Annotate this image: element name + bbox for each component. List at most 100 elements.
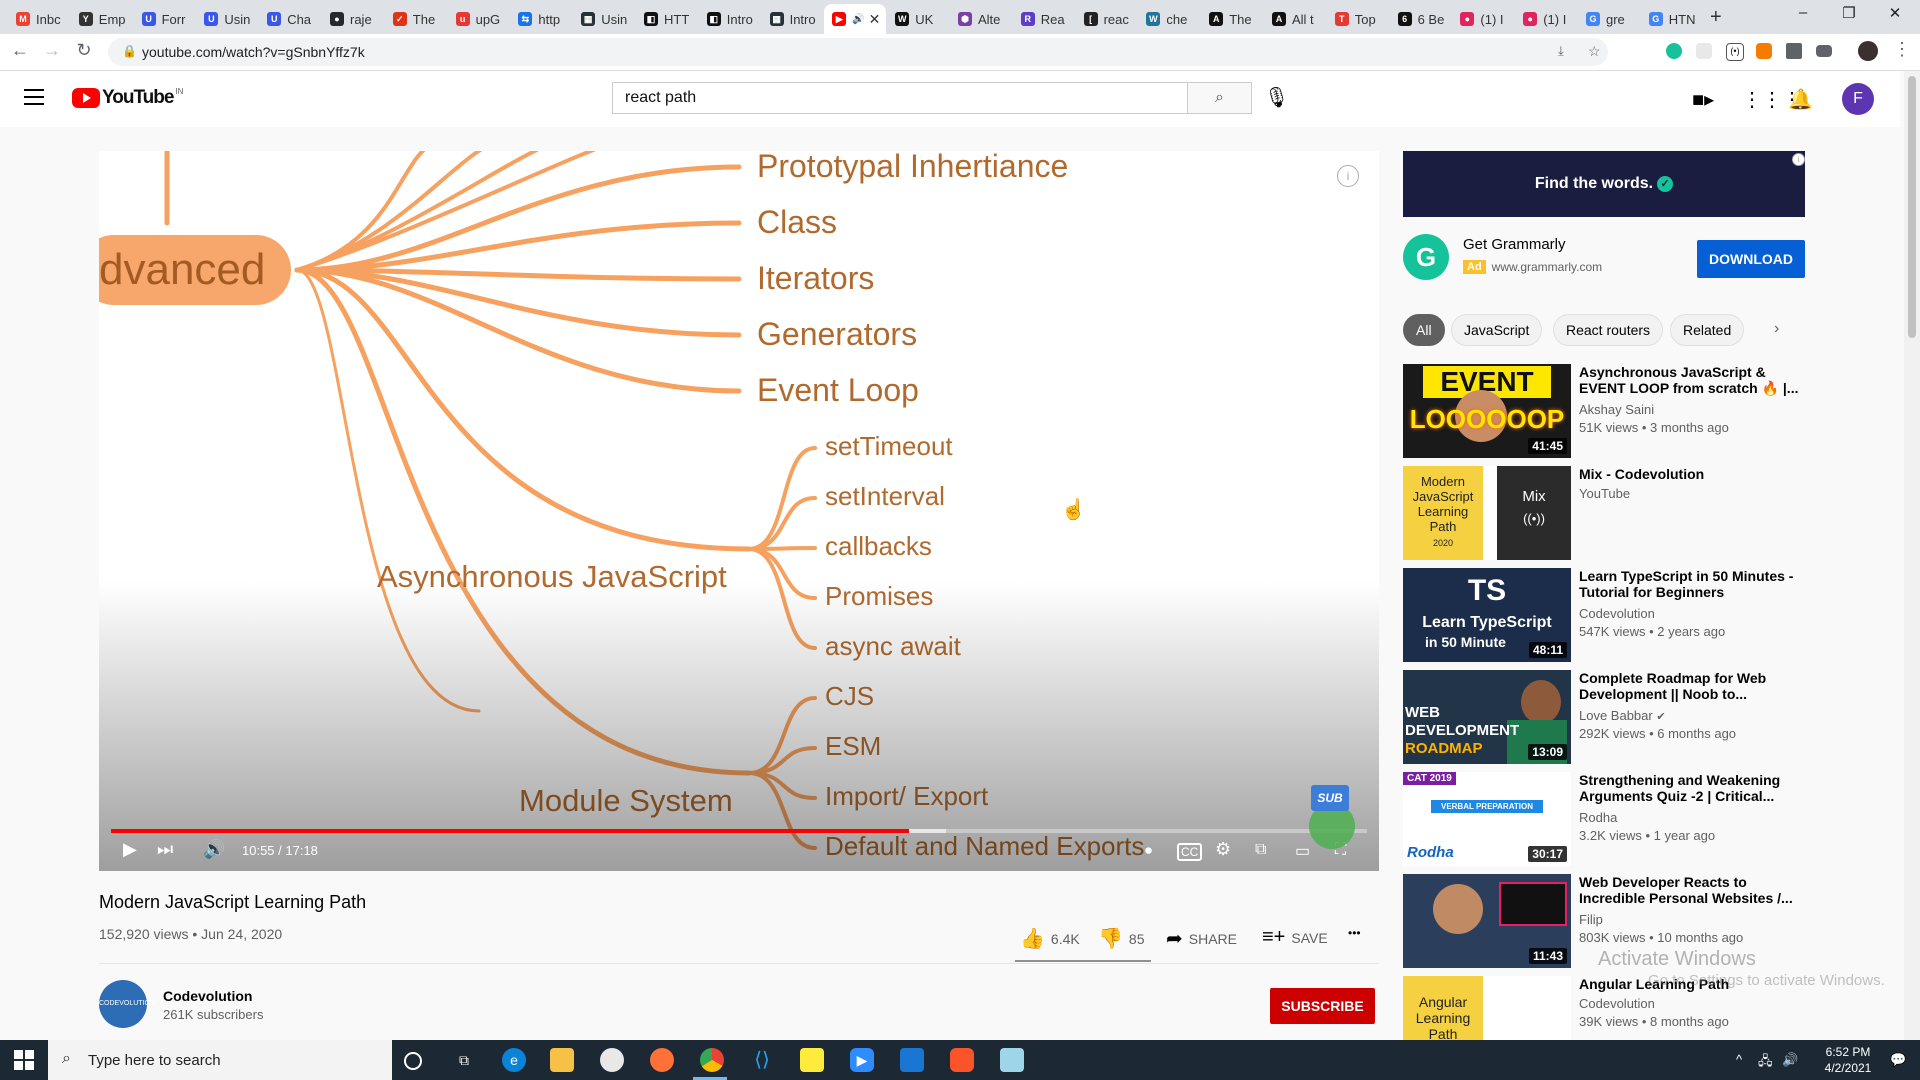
browser-tab[interactable]: ● raje [322, 4, 382, 34]
ad-banner[interactable]: Find the words. ✓ [1403, 151, 1805, 217]
volume-icon[interactable]: 🔊 [203, 839, 225, 860]
chip-react-routers[interactable]: React routers [1553, 314, 1664, 346]
firefox-icon[interactable] [650, 1048, 674, 1072]
sticky-notes-icon[interactable] [800, 1048, 824, 1072]
browser-tab[interactable]: ✓ The [385, 4, 445, 34]
search-input[interactable] [613, 83, 1167, 113]
browser-tab[interactable]: A All t [1264, 4, 1324, 34]
browser-tab[interactable]: A The [1201, 4, 1261, 34]
chip-all[interactable]: All [1403, 314, 1445, 346]
more-actions-button[interactable]: ••• [1348, 926, 1361, 940]
browser-tab[interactable]: W UK [887, 4, 947, 34]
tab-close-icon[interactable]: ✕ [869, 11, 881, 28]
close-window-button[interactable]: ✕ [1872, 4, 1918, 22]
back-icon[interactable]: ← [8, 40, 32, 61]
menu-dots-icon[interactable]: ⋮ [1890, 39, 1914, 60]
reading-list-icon[interactable] [1816, 45, 1832, 57]
captions-icon[interactable]: CC [1177, 843, 1203, 861]
video-thumbnail[interactable]: WEB DEVELOPMENT ROADMAP 13:09 [1403, 670, 1571, 764]
browser-tab[interactable]: Wche [1138, 4, 1198, 34]
network-icon[interactable]: 🖧 [1758, 1052, 1773, 1074]
tray-chevron-icon[interactable]: ^ [1736, 1052, 1742, 1067]
save-button[interactable]: ≡+ SAVE [1262, 926, 1328, 949]
like-button[interactable]: 👍 6.4K [1020, 926, 1080, 951]
ad-title[interactable]: Get Grammarly [1463, 236, 1566, 253]
share-button[interactable]: ➦ SHARE [1166, 926, 1237, 951]
volume-tray-icon[interactable]: 🔊 [1782, 1052, 1798, 1068]
play-icon[interactable]: ▶ [123, 839, 137, 860]
recommendation-item[interactable]: EVENT LOOOOOOP 41:45 Asynchronous JavaSc… [1403, 364, 1823, 458]
progress-bar[interactable] [111, 829, 1367, 833]
dislike-button[interactable]: 👎 85 [1098, 926, 1144, 951]
forward-icon[interactable]: → [40, 40, 64, 61]
new-tab-button[interactable]: + [1710, 6, 1722, 29]
edge-icon[interactable]: e [502, 1048, 526, 1072]
browser-tab[interactable]: ▦ Intro [762, 4, 822, 34]
ad-info-icon[interactable]: i [1792, 153, 1805, 166]
video-thumbnail[interactable]: Modern JavaScript Learning Path 2020 Mix… [1403, 466, 1571, 560]
taskbar-search[interactable]: ⌕ Type here to search [48, 1040, 392, 1080]
system-clock[interactable]: 6:52 PM 4/2/2021 [1812, 1044, 1884, 1076]
windows-start-icon[interactable] [14, 1050, 34, 1070]
browser-tab[interactable]: M Inbc [8, 4, 68, 34]
chevron-right-icon[interactable]: › [1774, 320, 1779, 338]
microphone-icon[interactable]: 🎙 [1264, 85, 1289, 110]
subscribe-button[interactable]: SUBSCRIBE [1270, 988, 1375, 1024]
hamburger-menu-icon[interactable] [24, 89, 44, 110]
task-view-icon[interactable]: ⧉ [452, 1048, 476, 1072]
recommendation-item[interactable]: Modern JavaScript Learning Path 2020 Mix… [1403, 466, 1823, 560]
recommendation-item[interactable]: WEB DEVELOPMENT ROADMAP 13:09 Complete R… [1403, 670, 1823, 764]
channel-avatar[interactable]: CODEVOLUTION [99, 980, 155, 1028]
create-video-icon[interactable]: ■▸ [1692, 87, 1714, 112]
browser-tab[interactable]: G HTN [1641, 4, 1701, 34]
browser-tab[interactable]: ▶ 🔊 ✕ [824, 4, 887, 34]
browser-tab[interactable]: Ggre [1578, 4, 1638, 34]
tab-audio-icon[interactable]: 🔊 [852, 14, 864, 25]
channel-name[interactable]: Codevolution [163, 988, 252, 1004]
miniplayer-icon[interactable]: ⧉ [1255, 841, 1266, 859]
browser-tab[interactable]: ⇆ http [510, 4, 570, 34]
browser-tab[interactable]: Y Emp [71, 4, 131, 34]
browser-tab[interactable]: ◧ Intro [699, 4, 759, 34]
chrome-icon[interactable] [700, 1048, 724, 1072]
browser-tab[interactable]: 6 6 Be [1390, 4, 1450, 34]
browser-tab[interactable]: U Usin [196, 4, 256, 34]
download-button[interactable]: DOWNLOAD [1697, 240, 1805, 278]
calendar-icon[interactable] [900, 1048, 924, 1072]
next-icon[interactable]: ⏭ [157, 839, 173, 860]
browser-tab[interactable]: U Cha [259, 4, 319, 34]
browser-tab[interactable]: u upG [448, 4, 508, 34]
video-thumbnail[interactable]: Angular Learning Path [1403, 976, 1571, 1040]
zoom-icon[interactable]: ▶ [850, 1048, 874, 1072]
file-explorer-icon[interactable] [550, 1048, 574, 1072]
action-center-icon[interactable]: 💬 [1890, 1052, 1906, 1068]
browser-tab[interactable]: ⬢ Alte [950, 4, 1010, 34]
reload-icon[interactable]: ↻ [72, 40, 96, 61]
lock-extension-icon[interactable] [1756, 43, 1772, 59]
scrollbar-thumb[interactable] [1908, 76, 1916, 338]
minimize-button[interactable]: – [1780, 4, 1826, 21]
browser-tab[interactable]: [reac [1076, 4, 1136, 34]
install-icon[interactable]: ⤓ [1558, 43, 1564, 59]
browser-tab[interactable]: ● (1) I [1515, 4, 1575, 34]
vscode-icon[interactable]: ⟨⟩ [750, 1048, 774, 1072]
account-avatar[interactable]: F [1842, 83, 1874, 115]
recommendation-item[interactable]: TS Learn TypeScript in 50 Minute 48:11 L… [1403, 568, 1823, 662]
recommendation-item[interactable]: CAT 2019 VERBAL PREPARATION Rodha 30:17 … [1403, 772, 1823, 866]
snipping-icon[interactable] [600, 1048, 624, 1072]
address-bar[interactable]: 🔒 youtube.com/watch?v=gSnbnYffz7k ☆ ⤓ [108, 38, 1608, 66]
video-info-icon[interactable]: i [1337, 165, 1359, 187]
search-button[interactable]: ⌕ [1188, 82, 1252, 114]
autoplay-toggle-icon[interactable]: ⏺ [1145, 842, 1152, 859]
cortana-icon[interactable] [404, 1052, 422, 1070]
chip-javascript[interactable]: JavaScript [1451, 314, 1543, 346]
browser-tab[interactable]: ◧ HTT [636, 4, 696, 34]
browser-tab[interactable]: ▦ Usin [573, 4, 633, 34]
settings-gear-icon[interactable]: ⚙ [1215, 839, 1231, 860]
chip-related[interactable]: Related [1670, 314, 1745, 346]
grammarly-extension-icon[interactable] [1666, 43, 1682, 59]
video-thumbnail[interactable]: 11:43 [1403, 874, 1571, 968]
cast-extension-icon[interactable]: (•) [1726, 43, 1744, 61]
video-thumbnail[interactable]: CAT 2019 VERBAL PREPARATION Rodha 30:17 [1403, 772, 1571, 866]
theater-mode-icon[interactable]: ▭ [1295, 841, 1310, 861]
